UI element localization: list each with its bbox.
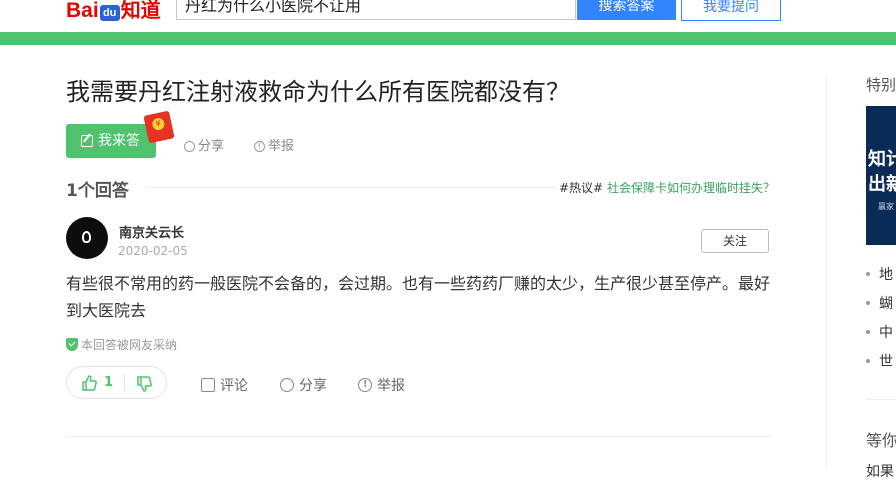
vote-divider <box>124 374 125 391</box>
baidu-zhidao-logo[interactable]: Bai du 知道 <box>66 0 161 22</box>
hot-topic[interactable]: #热议# 社会保障卡如何办理临时挂失？ <box>559 179 775 196</box>
question-report-link[interactable]: ! 举报 <box>254 135 294 154</box>
share-icon <box>184 141 195 152</box>
sidebar-list-item[interactable]: 世 <box>866 351 893 371</box>
sidebar-separator <box>866 399 896 400</box>
answer-report-button[interactable]: ! 举报 <box>358 375 405 395</box>
follow-button[interactable]: 关注 <box>701 229 769 253</box>
i-answer-button[interactable]: 我来答 <box>66 124 156 158</box>
hot-topic-tag: #热议# <box>559 181 604 195</box>
thumb-down-icon[interactable] <box>136 376 152 392</box>
share-icon <box>280 378 294 392</box>
question-share-link[interactable]: 分享 <box>184 135 224 154</box>
answer-share-button[interactable]: 分享 <box>280 375 327 395</box>
hot-topic-link[interactable]: 社会保障卡如何办理临时挂失？ <box>607 181 775 195</box>
divider <box>66 436 771 437</box>
adopted-label: 本回答被网友采纳 <box>81 338 178 352</box>
report-icon: ! <box>254 141 265 152</box>
question-title: 我需要丹红注射液救命为什么所有医院都没有？ <box>66 78 570 106</box>
banner-line-2: 出新 <box>868 174 896 195</box>
answer-date: 2020-02-05 <box>118 244 188 258</box>
ask-question-button[interactable]: 我要提问 <box>681 0 781 21</box>
sidebar-list-item[interactable]: 蝴 <box>866 293 893 313</box>
shield-check-icon <box>66 338 78 351</box>
answer-button-label: 我来答 <box>98 133 140 149</box>
answer-text: 有些很不常用的药一般医院不会备的，会过期。也有一些药药厂赚的太少，生产很少甚至停… <box>66 274 771 320</box>
top-header: Bai du 知道 丹红为什么小医院不让用 搜索答案 我要提问 <box>0 0 896 32</box>
search-answer-button[interactable]: 搜索答案 <box>577 0 676 20</box>
logo-zhidao-text: 知道 <box>120 0 161 22</box>
logo-bai-text: Bai <box>66 0 99 22</box>
sidebar-list-item[interactable]: 中 <box>866 322 893 342</box>
comment-button[interactable]: 评论 <box>201 375 248 395</box>
avatar[interactable] <box>66 217 108 259</box>
edit-icon <box>81 135 93 147</box>
sidebar-title: 特别 <box>866 76 896 94</box>
answer-report-label: 举报 <box>377 378 405 394</box>
question-report-label: 举报 <box>268 139 295 154</box>
author-name[interactable]: 南京关云长 <box>119 222 184 241</box>
comment-icon <box>201 378 215 392</box>
banner-line-1: 知计 <box>868 149 896 170</box>
paw-icon: du <box>99 5 120 21</box>
question-share-label: 分享 <box>198 139 225 154</box>
sidebar-section-title: 等你 <box>866 431 896 450</box>
search-input[interactable]: 丹红为什么小医院不让用 <box>176 0 576 20</box>
adopted-badge: 本回答被网友采纳 <box>66 336 177 353</box>
red-envelope-icon[interactable]: ¥ <box>143 110 175 144</box>
like-count: 1 <box>104 375 114 390</box>
sidebar-list-item[interactable]: 地 <box>866 264 893 284</box>
answer-count: 1个回答 <box>66 181 129 201</box>
divider <box>146 187 556 188</box>
comment-label: 评论 <box>220 378 248 394</box>
green-nav-bar <box>0 32 896 45</box>
banner-small-text: 赢家 赢取 <box>878 202 896 211</box>
answer-share-label: 分享 <box>299 378 327 394</box>
sidebar-banner[interactable]: 知计出新 赢家 赢取 <box>866 106 896 245</box>
sidebar-divider <box>826 74 827 470</box>
sidebar-question-item[interactable]: 如果 <box>866 461 894 481</box>
report-icon: ! <box>358 378 372 392</box>
thumb-up-icon[interactable] <box>81 375 97 391</box>
